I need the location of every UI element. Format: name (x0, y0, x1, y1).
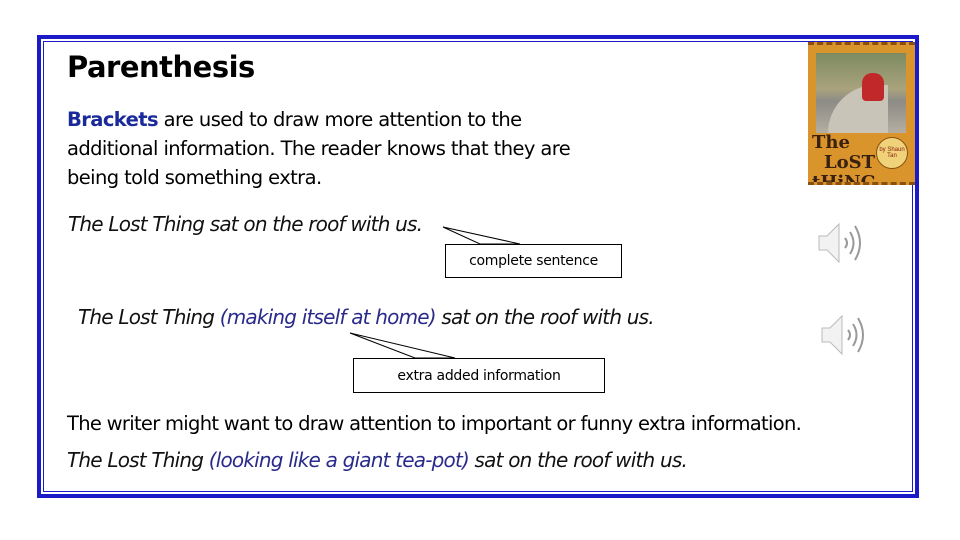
parenthetical-text: (making itself at home) (219, 305, 437, 329)
explanation-statement: The writer might want to draw attention … (67, 412, 802, 435)
sentence-part: The Lost Thing (67, 448, 209, 472)
callout-complete-sentence: complete sentence (445, 244, 622, 278)
sentence-part: sat on the roof with us. (435, 305, 654, 329)
sentence-part: sat on the roof with us. (468, 448, 688, 472)
speaker-icon[interactable] (818, 310, 874, 360)
example-sentence-3: The Lost Thing (looking like a giant tea… (67, 448, 688, 472)
example-sentence-2: The Lost Thing (making itself at home) s… (78, 305, 655, 329)
speaker-icon[interactable] (815, 218, 871, 268)
parenthetical-text: (looking like a giant tea-pot) (208, 448, 470, 472)
callout-extra-information: extra added information (353, 358, 605, 393)
callout-pointer-2 (349, 332, 456, 359)
sentence-part: The Lost Thing (78, 305, 220, 329)
callout-pointer-1 (442, 226, 521, 245)
